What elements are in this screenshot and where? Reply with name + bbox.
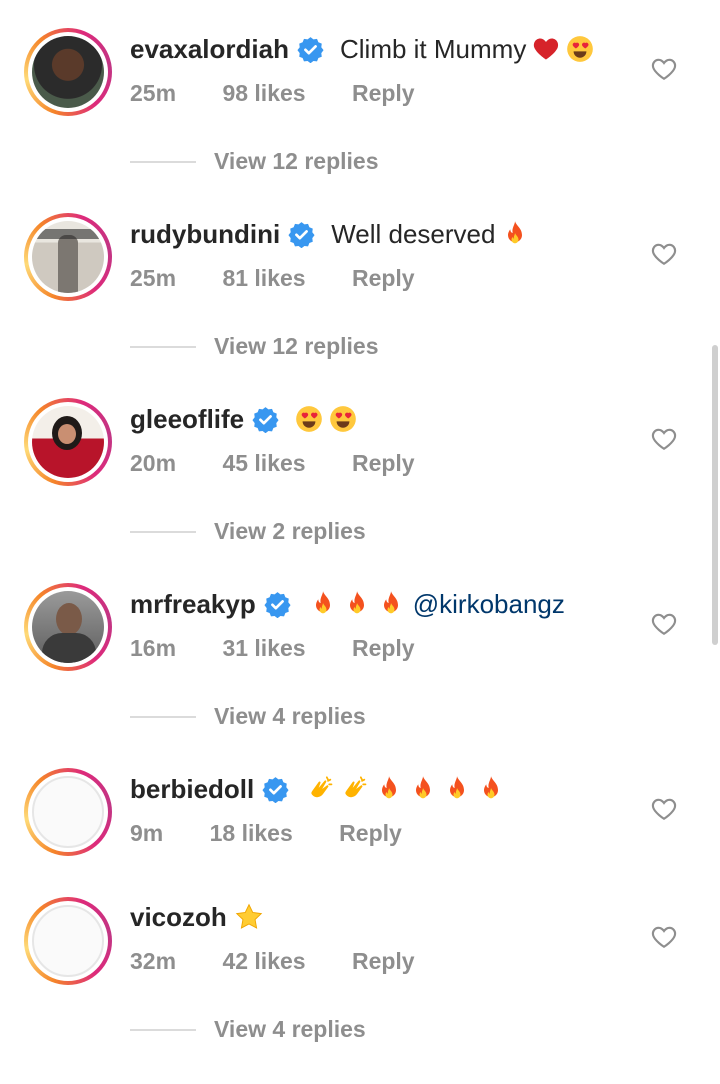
- verified-badge-icon: [252, 406, 279, 433]
- likes-count[interactable]: 31 likes: [222, 635, 305, 662]
- avatar[interactable]: [24, 583, 112, 671]
- heart-eyes-emoji-icon: [330, 406, 356, 432]
- fire-emoji-icon: [450, 776, 465, 799]
- username[interactable]: evaxalordiah: [130, 34, 289, 65]
- comment-text: Well deserved: [331, 218, 496, 249]
- avatar[interactable]: [24, 398, 112, 486]
- divider-line: [130, 715, 196, 718]
- verified-badge-icon: [288, 221, 315, 248]
- likes-count[interactable]: 18 likes: [210, 820, 293, 847]
- fire-emoji-icon: [349, 591, 364, 614]
- fire-emoji-icon: [382, 776, 397, 799]
- fire-emoji-icon: [416, 776, 431, 799]
- reply-button[interactable]: Reply: [339, 820, 402, 847]
- heart-outline-icon[interactable]: [651, 925, 677, 949]
- avatar[interactable]: [24, 768, 112, 856]
- view-replies-button[interactable]: View 4 replies: [130, 703, 366, 730]
- view-replies-label: View 12 replies: [214, 333, 379, 359]
- likes-count[interactable]: 98 likes: [222, 80, 305, 107]
- view-replies-label: View 2 replies: [214, 518, 366, 544]
- verified-badge-icon: [297, 36, 324, 63]
- divider-line: [130, 1028, 196, 1031]
- star-emoji-icon: [235, 903, 263, 929]
- clap-emoji-icon: [311, 776, 333, 798]
- view-replies-button[interactable]: View 12 replies: [130, 148, 379, 175]
- fire-emoji-icon: [484, 776, 499, 799]
- scrollbar[interactable]: [712, 345, 718, 645]
- fire-emoji-icon: [315, 591, 330, 614]
- avatar-placeholder: [32, 776, 104, 848]
- username[interactable]: mrfreakyp: [130, 589, 256, 620]
- comment-time: 25m: [130, 80, 177, 106]
- username[interactable]: vicozoh: [130, 902, 227, 933]
- avatar[interactable]: [24, 213, 112, 301]
- comment-time: 25m: [130, 265, 177, 291]
- red-heart-icon: [534, 38, 559, 60]
- reply-button[interactable]: Reply: [352, 948, 415, 975]
- comment-time: 20m: [130, 450, 177, 476]
- reply-button[interactable]: Reply: [352, 450, 415, 477]
- comment-time: 32m: [130, 948, 177, 974]
- verified-badge-icon: [262, 776, 289, 803]
- reply-button[interactable]: Reply: [352, 635, 415, 662]
- heart-outline-icon[interactable]: [651, 242, 677, 266]
- reply-button[interactable]: Reply: [352, 265, 415, 292]
- avatar[interactable]: [24, 897, 112, 985]
- comment-text: Climb it Mummy: [339, 33, 527, 64]
- heart-eyes-emoji-icon: [296, 406, 322, 432]
- likes-count[interactable]: 42 likes: [222, 948, 305, 975]
- heart-outline-icon[interactable]: [651, 612, 677, 636]
- username[interactable]: gleeoflife: [130, 404, 244, 435]
- view-replies-button[interactable]: View 4 replies: [130, 1016, 366, 1043]
- view-replies-button[interactable]: View 12 replies: [130, 333, 379, 360]
- heart-outline-icon[interactable]: [651, 427, 677, 451]
- divider-line: [130, 160, 196, 163]
- view-replies-label: View 12 replies: [214, 148, 379, 174]
- heart-outline-icon[interactable]: [651, 797, 677, 821]
- comment-time: 16m: [130, 635, 177, 661]
- avatar[interactable]: [24, 28, 112, 116]
- divider-line: [130, 530, 196, 533]
- view-replies-label: View 4 replies: [214, 1016, 366, 1042]
- heart-outline-icon[interactable]: [651, 57, 677, 81]
- mention-link[interactable]: @kirkobangz: [413, 589, 565, 620]
- avatar-placeholder: [32, 905, 104, 977]
- likes-count[interactable]: 81 likes: [222, 265, 305, 292]
- clap-emoji-icon: [345, 776, 367, 798]
- comment-time: 9m: [130, 820, 164, 846]
- likes-count[interactable]: 45 likes: [222, 450, 305, 477]
- view-replies-label: View 4 replies: [214, 703, 366, 729]
- username[interactable]: berbiedoll: [130, 774, 254, 805]
- username[interactable]: rudybundini: [130, 219, 280, 250]
- fire-emoji-icon: [508, 221, 523, 244]
- fire-emoji-icon: [383, 591, 398, 614]
- verified-badge-icon: [264, 591, 291, 618]
- divider-line: [130, 345, 196, 348]
- heart-eyes-emoji-icon: [567, 36, 594, 62]
- reply-button[interactable]: Reply: [352, 80, 415, 107]
- view-replies-button[interactable]: View 2 replies: [130, 518, 366, 545]
